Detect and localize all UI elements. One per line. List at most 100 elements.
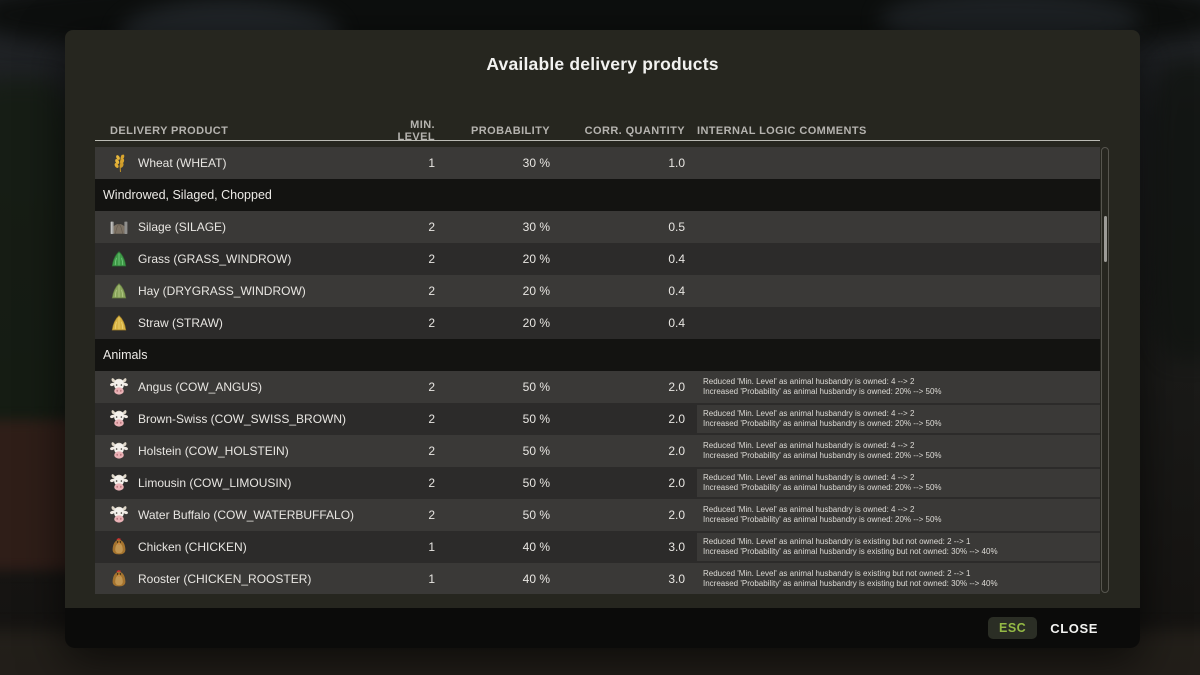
logic-comments bbox=[697, 245, 1100, 273]
cow-icon bbox=[109, 409, 129, 429]
table-row[interactable]: Silage (SILAGE)230 %0.5 bbox=[95, 211, 1100, 243]
product-name: Water Buffalo (COW_WATERBUFFALO) bbox=[138, 508, 354, 522]
cow-icon bbox=[109, 441, 129, 461]
probability-value: 30 % bbox=[435, 156, 550, 170]
corr-quantity-value: 3.0 bbox=[550, 540, 685, 554]
product-cell: Holstein (COW_HOLSTEIN) bbox=[95, 441, 380, 461]
corr-quantity-value: 2.0 bbox=[550, 476, 685, 490]
min-level-value: 2 bbox=[380, 412, 435, 426]
logic-comments: Reduced 'Min. Level' as animal husbandry… bbox=[697, 501, 1100, 529]
product-name: Silage (SILAGE) bbox=[138, 220, 226, 234]
column-header-internal-logic-comments: INTERNAL LOGIC COMMENTS bbox=[697, 125, 1100, 137]
product-name: Wheat (WHEAT) bbox=[138, 156, 226, 170]
table-row[interactable]: Water Buffalo (COW_WATERBUFFALO)250 %2.0… bbox=[95, 499, 1100, 531]
product-name: Brown-Swiss (COW_SWISS_BROWN) bbox=[138, 412, 346, 426]
product-name: Rooster (CHICKEN_ROOSTER) bbox=[138, 572, 311, 586]
table-row[interactable]: Brown-Swiss (COW_SWISS_BROWN) 250 %2.0 Red… bbox=[95, 403, 1100, 435]
table-row[interactable]: Holstein (COW_HOLSTEIN) 250 %2.0 Reduced '… bbox=[95, 435, 1100, 467]
probability-value: 50 % bbox=[435, 412, 550, 426]
page-title: Available delivery products bbox=[65, 30, 1140, 75]
corr-quantity-value: 2.0 bbox=[550, 380, 685, 394]
min-level-value: 2 bbox=[380, 508, 435, 522]
silage-icon bbox=[109, 217, 129, 237]
chicken-icon bbox=[109, 569, 129, 589]
product-cell: Wheat (WHEAT) bbox=[95, 153, 380, 173]
comment-line: Reduced 'Min. Level' as animal husbandry… bbox=[703, 505, 1094, 515]
comment-line: Increased 'Probability' as animal husban… bbox=[703, 547, 1094, 557]
delivery-products-dialog: Available delivery products DELIVERY PRO… bbox=[65, 30, 1140, 648]
table-row[interactable]: Limousin (COW_LIMOUSIN) 250 %2.0 Reduced '… bbox=[95, 467, 1100, 499]
corr-quantity-value: 1.0 bbox=[550, 156, 685, 170]
min-level-value: 2 bbox=[380, 252, 435, 266]
corr-quantity-value: 2.0 bbox=[550, 444, 685, 458]
product-cell: Brown-Swiss (COW_SWISS_BROWN) bbox=[95, 409, 380, 429]
logic-comments: Reduced 'Min. Level' as animal husbandry… bbox=[697, 533, 1100, 561]
product-name: Hay (DRYGRASS_WINDROW) bbox=[138, 284, 306, 298]
section-label: Windrowed, Silaged, Chopped bbox=[103, 188, 272, 202]
cow-icon bbox=[109, 377, 129, 397]
probability-value: 50 % bbox=[435, 444, 550, 458]
product-list: Wheat (WHEAT)130 %1.0Windrowed, Silaged,… bbox=[95, 147, 1100, 594]
logic-comments: Reduced 'Min. Level' as animal husbandry… bbox=[697, 373, 1100, 401]
table-row[interactable]: Hay (DRYGRASS_WINDROW)220 %0.4 bbox=[95, 275, 1100, 307]
table-row[interactable]: Grass (GRASS_WINDROW)220 %0.4 bbox=[95, 243, 1100, 275]
section-label: Animals bbox=[103, 348, 147, 362]
table-row[interactable]: Wheat (WHEAT)130 %1.0 bbox=[95, 147, 1100, 179]
section-header: Windrowed, Silaged, Chopped bbox=[95, 179, 1100, 211]
scrollbar-thumb[interactable] bbox=[1104, 216, 1107, 262]
column-header-probability: PROBABILITY bbox=[435, 125, 550, 137]
min-level-value: 1 bbox=[380, 572, 435, 586]
probability-value: 40 % bbox=[435, 540, 550, 554]
product-name: Grass (GRASS_WINDROW) bbox=[138, 252, 291, 266]
comment-line: Increased 'Probability' as animal husban… bbox=[703, 419, 1094, 429]
min-level-value: 2 bbox=[380, 316, 435, 330]
table-row[interactable]: Angus (COW_ANGUS) 250 %2.0 Reduced 'Min. L… bbox=[95, 371, 1100, 403]
min-level-value: 2 bbox=[380, 476, 435, 490]
probability-value: 40 % bbox=[435, 572, 550, 586]
probability-value: 50 % bbox=[435, 476, 550, 490]
comment-line: Reduced 'Min. Level' as animal husbandry… bbox=[703, 473, 1094, 483]
corr-quantity-value: 0.5 bbox=[550, 220, 685, 234]
column-header-delivery-product: DELIVERY PRODUCT bbox=[95, 125, 380, 137]
corr-quantity-value: 2.0 bbox=[550, 412, 685, 426]
corr-quantity-value: 3.0 bbox=[550, 572, 685, 586]
dialog-panel: Available delivery products DELIVERY PRO… bbox=[65, 30, 1140, 608]
probability-value: 20 % bbox=[435, 252, 550, 266]
comment-line: Reduced 'Min. Level' as animal husbandry… bbox=[703, 409, 1094, 419]
esc-button[interactable]: ESC bbox=[988, 617, 1037, 639]
min-level-value: 2 bbox=[380, 444, 435, 458]
comment-line: Reduced 'Min. Level' as animal husbandry… bbox=[703, 537, 1094, 547]
probability-value: 50 % bbox=[435, 380, 550, 394]
comment-line: Increased 'Probability' as animal husban… bbox=[703, 387, 1094, 397]
table-row[interactable]: Chicken (CHICKEN)140 %3.0Reduced 'Min. L… bbox=[95, 531, 1100, 563]
wheat-icon bbox=[109, 153, 129, 173]
logic-comments bbox=[697, 149, 1100, 177]
product-name: Straw (STRAW) bbox=[138, 316, 223, 330]
cow-icon bbox=[109, 505, 129, 525]
comment-line: Increased 'Probability' as animal husban… bbox=[703, 451, 1094, 461]
column-header-corr-quantity: CORR. QUANTITY bbox=[550, 125, 685, 137]
product-name: Angus (COW_ANGUS) bbox=[138, 380, 262, 394]
cow-icon bbox=[109, 473, 129, 493]
table-row[interactable]: Straw (STRAW)220 %0.4 bbox=[95, 307, 1100, 339]
logic-comments bbox=[697, 213, 1100, 241]
product-cell: Straw (STRAW) bbox=[95, 313, 380, 333]
min-level-value: 2 bbox=[380, 380, 435, 394]
probability-value: 20 % bbox=[435, 316, 550, 330]
section-header: Animals bbox=[95, 339, 1100, 371]
product-cell: Chicken (CHICKEN) bbox=[95, 537, 380, 557]
game-screen: Available delivery products DELIVERY PRO… bbox=[0, 0, 1200, 675]
logic-comments: Reduced 'Min. Level' as animal husbandry… bbox=[697, 405, 1100, 433]
chicken-icon bbox=[109, 537, 129, 557]
product-name: Holstein (COW_HOLSTEIN) bbox=[138, 444, 289, 458]
corr-quantity-value: 0.4 bbox=[550, 284, 685, 298]
logic-comments: Reduced 'Min. Level' as animal husbandry… bbox=[697, 565, 1100, 593]
scrollbar-track[interactable] bbox=[1101, 147, 1109, 593]
min-level-value: 2 bbox=[380, 220, 435, 234]
comment-line: Reduced 'Min. Level' as animal husbandry… bbox=[703, 441, 1094, 451]
background-tree bbox=[1150, 60, 1200, 360]
table-row[interactable]: Rooster (CHICKEN_ROOSTER) 140 %3.0 Reduced… bbox=[95, 563, 1100, 594]
close-button[interactable]: CLOSE bbox=[1050, 621, 1098, 636]
product-name: Limousin (COW_LIMOUSIN) bbox=[138, 476, 291, 490]
comment-line: Increased 'Probability' as animal husban… bbox=[703, 515, 1094, 525]
